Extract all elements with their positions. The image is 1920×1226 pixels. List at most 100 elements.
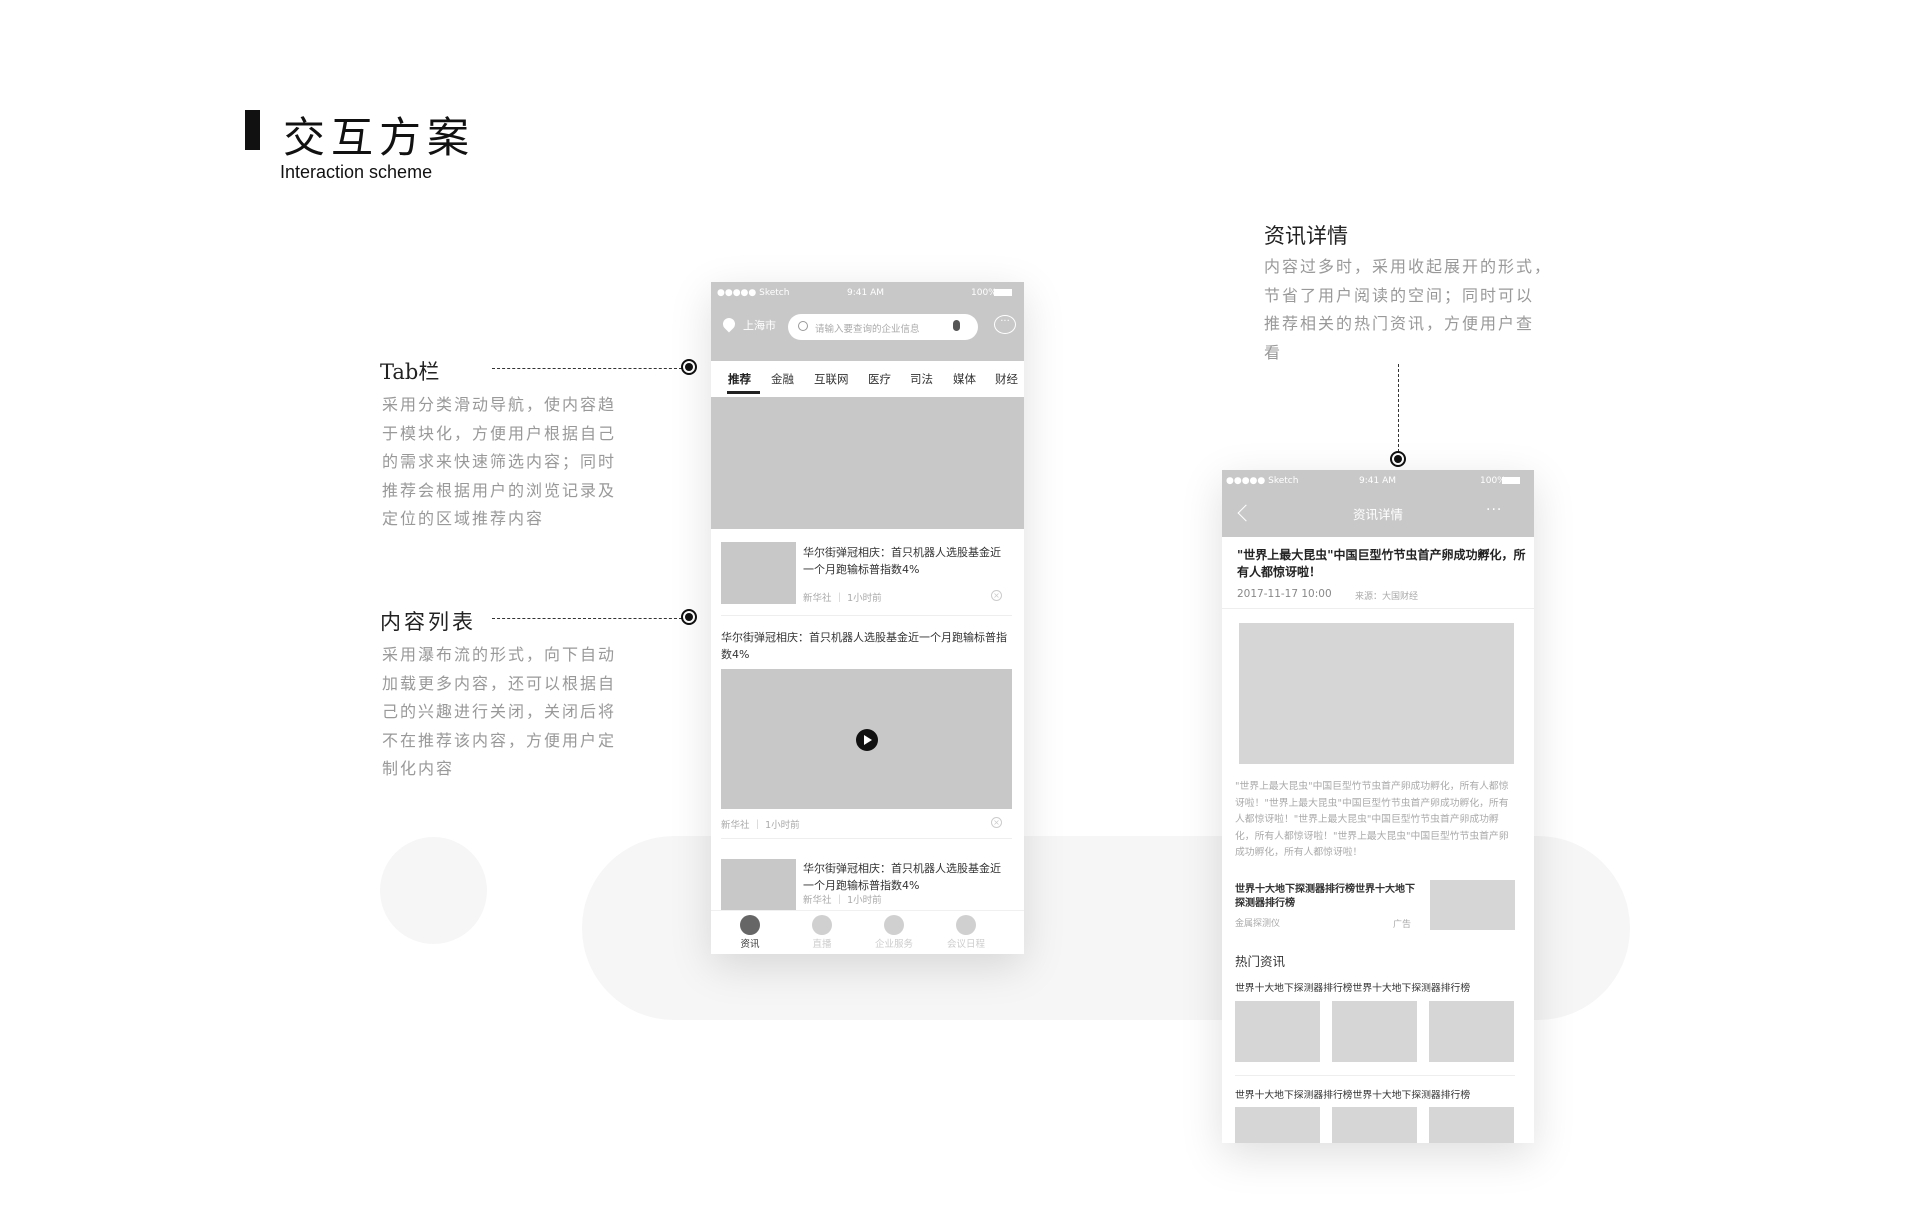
time: 9:41 AM [1359,476,1396,486]
item-title[interactable]: 华尔街弹冠相庆：首只机器人选股基金近一个月跑输标普指数4% [721,629,1016,663]
page-title: 交互方案 [283,113,476,162]
nav-meeting-schedule[interactable]: 会议日程 [927,911,1005,954]
nav-label: 资讯 [740,939,760,950]
line: 看 [1264,342,1283,362]
news-icon [740,915,760,935]
status-bar: ●●●●● Sketch 9:41 AM 100% [711,282,1024,304]
live-icon [812,915,832,935]
battery-icon [1502,477,1520,484]
item-title[interactable]: 华尔街弹冠相庆：首只机器人选股基金近一个月跑输标普指数4% [803,860,1009,894]
phone-news-list: ●●●●● Sketch 9:41 AM 100% 上海市 请输入要查询的企业信… [711,282,1024,954]
divider [1235,1075,1515,1076]
ad-sponsor: 金属探测仪 [1235,919,1281,929]
tab-internet[interactable]: 互联网 [814,371,849,387]
search-input[interactable]: 请输入要查询的企业信息 [788,314,978,340]
line: 不在推荐该内容，方便用户定 [382,730,617,750]
ad-title[interactable]: 世界十大地下探测器排行榜世界十大地下探测器排行榜 [1235,883,1417,911]
annotation-list-text: 采用瀑布流的形式，向下自动 加载更多内容，还可以根据自 己的兴趣进行关闭，关闭后… [382,641,632,784]
hot-item-image[interactable] [1235,1107,1320,1143]
hot-item-image[interactable] [1429,1107,1514,1143]
item-source: 新华社 [721,820,750,831]
line: 加载更多内容，还可以根据自 [382,673,617,693]
title-marker [245,110,260,150]
hot-item-image[interactable] [1332,1001,1417,1062]
item-time: 1小时前 [765,820,800,831]
hot-item-image[interactable] [1332,1107,1417,1143]
article-source: 来源：大国财经 [1355,592,1419,602]
item-meta: 新华社 ｜ 1小时前 [721,820,800,831]
item-time: 1小时前 [847,593,882,604]
connector-dot [681,359,697,375]
nav-news[interactable]: 资讯 [711,911,789,954]
video-thumbnail[interactable] [721,669,1012,809]
connector-line [1398,364,1399,452]
active-tab-indicator [727,391,760,394]
line: 制化内容 [382,759,455,778]
carrier: ●●●●● Sketch [717,288,790,298]
article-body: "世界上最大昆虫"中国巨型竹节虫首产卵成功孵化，所有人都惊讶啦！"世界上最大昆虫… [1235,781,1509,858]
microphone-icon[interactable] [953,320,960,331]
divider [1222,608,1534,609]
status-bar: ●●●●● Sketch 9:41 AM 100% [1222,470,1534,492]
schedule-icon [956,915,976,935]
item-source: 新华社 [803,593,832,604]
time: 9:41 AM [847,288,884,298]
article-image [1239,623,1514,764]
annotation-detail-title: 资讯详情 [1264,224,1348,248]
bottom-nav: 资讯 直播 企业服务 会议日程 [711,910,1024,954]
battery-text: 100% [971,288,997,298]
phone-news-detail: ●●●●● Sketch 9:41 AM 100% 资讯详情 ··· "世界上最… [1222,470,1534,1143]
ad-image[interactable] [1430,880,1515,930]
hot-item-image[interactable] [1429,1001,1514,1062]
close-icon[interactable]: × [991,590,1002,601]
battery-icon [994,289,1012,296]
line: 的需求来快速筛选内容；同时 [382,452,617,471]
play-triangle [864,735,872,745]
page-subtitle: Interaction scheme [280,162,433,182]
message-icon[interactable]: ··· [994,315,1016,334]
search-icon [798,321,808,331]
connector-line [492,618,682,619]
ad-tag: 广告 [1393,920,1412,930]
tab-recommend[interactable]: 推荐 [728,371,751,387]
city-selector[interactable]: 上海市 [743,317,776,333]
item-thumbnail[interactable] [721,542,796,604]
hot-item-title[interactable]: 世界十大地下探测器排行榜世界十大地下探测器排行榜 [1235,980,1470,994]
connector-dot [681,609,697,625]
nav-label: 企业服务 [874,939,913,950]
close-icon[interactable]: × [991,817,1002,828]
connector-line [492,368,682,369]
carrier: ●●●●● Sketch [1226,476,1299,486]
hot-news-title: 热门资讯 [1235,954,1286,969]
divider [721,838,1012,839]
item-meta: 新华社 ｜ 1小时前 [803,895,882,906]
article-date: 2017-11-17 10:00 [1237,588,1332,600]
hot-item-image[interactable] [1235,1001,1320,1062]
tab-finance[interactable]: 金融 [771,371,794,387]
tab-media[interactable]: 媒体 [953,371,976,387]
tab-judicial[interactable]: 司法 [910,371,933,387]
nav-enterprise-services[interactable]: 企业服务 [855,911,933,954]
annotation-tab-title: Tab栏 [380,360,440,384]
banner-image[interactable] [711,397,1024,529]
line: 于模块化，方便用户根据自己 [382,423,617,443]
annotation-detail-text: 内容过多时，采用收起展开的形式， 节省了用户阅读的空间；同时可以 推荐相关的热门… [1264,253,1564,367]
nav-label: 会议日程 [946,939,985,950]
nav-label: 直播 [812,939,832,950]
nav-live[interactable]: 直播 [783,911,861,954]
item-time: 1小时前 [847,895,882,906]
play-icon[interactable] [856,729,878,751]
more-icon[interactable]: ··· [1486,502,1502,518]
item-thumbnail[interactable] [721,859,796,910]
line: 内容过多时，采用收起展开的形式， [1264,257,1553,276]
tab-medical[interactable]: 医疗 [868,371,891,387]
connector-dot [1390,451,1406,467]
divider [721,615,1012,616]
item-meta: 新华社 ｜ 1小时前 [803,593,882,604]
hot-item-title[interactable]: 世界十大地下探测器排行榜世界十大地下探测器排行榜 [1235,1087,1470,1101]
annotation-tab-text: 采用分类滑动导航，使内容趋 于模块化，方便用户根据自己 的需求来快速筛选内容；同… [382,391,632,534]
item-title[interactable]: 华尔街弹冠相庆：首只机器人选股基金近一个月跑输标普指数4% [803,544,1009,578]
tab-economy[interactable]: 财经 [995,371,1018,387]
article-title: "世界上最大昆虫"中国巨型竹节虫首产卵成功孵化，所有人都惊讶啦！ [1237,548,1526,579]
line: 己的兴趣进行关闭，关闭后将 [382,702,617,721]
